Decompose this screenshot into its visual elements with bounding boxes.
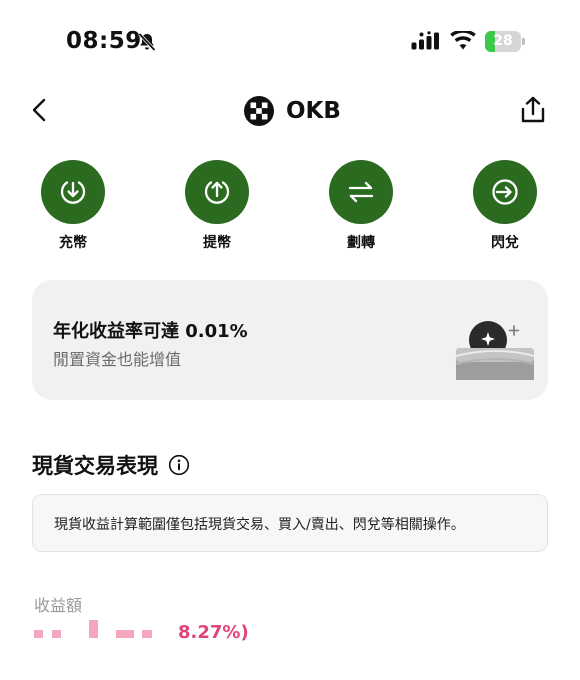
spot-note-box: 現貨收益計算範圍僅包括現貨交易、買入/賣出、閃兌等相關操作。 <box>32 494 548 552</box>
withdraw-action[interactable]: 提幣 <box>167 160 267 252</box>
section-title: 現貨交易表現 <box>32 454 158 478</box>
page-title-group: OKB <box>244 95 341 127</box>
masked-value-fragment <box>116 630 134 638</box>
status-time: 08:59 <box>66 28 142 54</box>
pnl-value-row: 8.27%) <box>34 620 334 644</box>
masked-value-fragment <box>142 630 152 638</box>
transfer-label: 劃轉 <box>347 235 375 251</box>
pnl-percent: 8.27%) <box>178 622 249 643</box>
yield-promo-card[interactable]: 年化收益率可達 0.01% 閒置資金也能增值 <box>32 280 548 400</box>
transfer-button[interactable] <box>329 160 393 224</box>
deposit-action[interactable]: 充幣 <box>23 160 123 252</box>
page-title: OKB <box>286 98 341 124</box>
transfer-action[interactable]: 劃轉 <box>311 160 411 252</box>
convert-icon <box>492 179 518 205</box>
yield-title: 年化收益率可達 0.01% <box>53 321 248 342</box>
convert-action[interactable]: 閃兌 <box>455 160 555 252</box>
deposit-icon <box>60 181 86 204</box>
masked-value-fragment <box>52 630 61 638</box>
deposit-button[interactable] <box>41 160 105 224</box>
share-icon[interactable] <box>519 95 547 125</box>
convert-label: 閃兌 <box>491 235 519 251</box>
bell-slash-icon <box>138 32 156 52</box>
spot-performance-header: 現貨交易表現 <box>32 450 190 480</box>
deposit-label: 充幣 <box>59 235 87 251</box>
okb-logo-icon <box>244 96 274 126</box>
withdraw-label: 提幣 <box>203 235 231 251</box>
spot-note-text: 現貨收益計算範圍僅包括現貨交易、買入/賣出、閃兌等相關操作。 <box>54 517 465 533</box>
nav-header: OKB <box>0 86 580 136</box>
info-icon[interactable] <box>168 454 190 476</box>
pnl-label: 收益額 <box>34 596 83 615</box>
withdraw-button[interactable] <box>185 160 249 224</box>
convert-button[interactable] <box>473 160 537 224</box>
masked-value-fragment <box>89 620 98 638</box>
chevron-left-icon[interactable] <box>26 96 54 124</box>
transfer-icon <box>348 181 374 203</box>
withdraw-icon <box>204 181 230 204</box>
status-bar: 08:59 28 <box>0 0 580 84</box>
battery-level: 28 <box>493 33 513 49</box>
battery-indicator: 28 <box>485 31 525 52</box>
cellular-signal-icon <box>411 31 439 50</box>
wallet-illustration-icon <box>455 321 535 380</box>
wifi-icon <box>450 31 476 50</box>
masked-value-fragment <box>34 630 43 638</box>
yield-subtitle: 閒置資金也能增值 <box>53 350 182 369</box>
battery-cap <box>522 38 525 45</box>
